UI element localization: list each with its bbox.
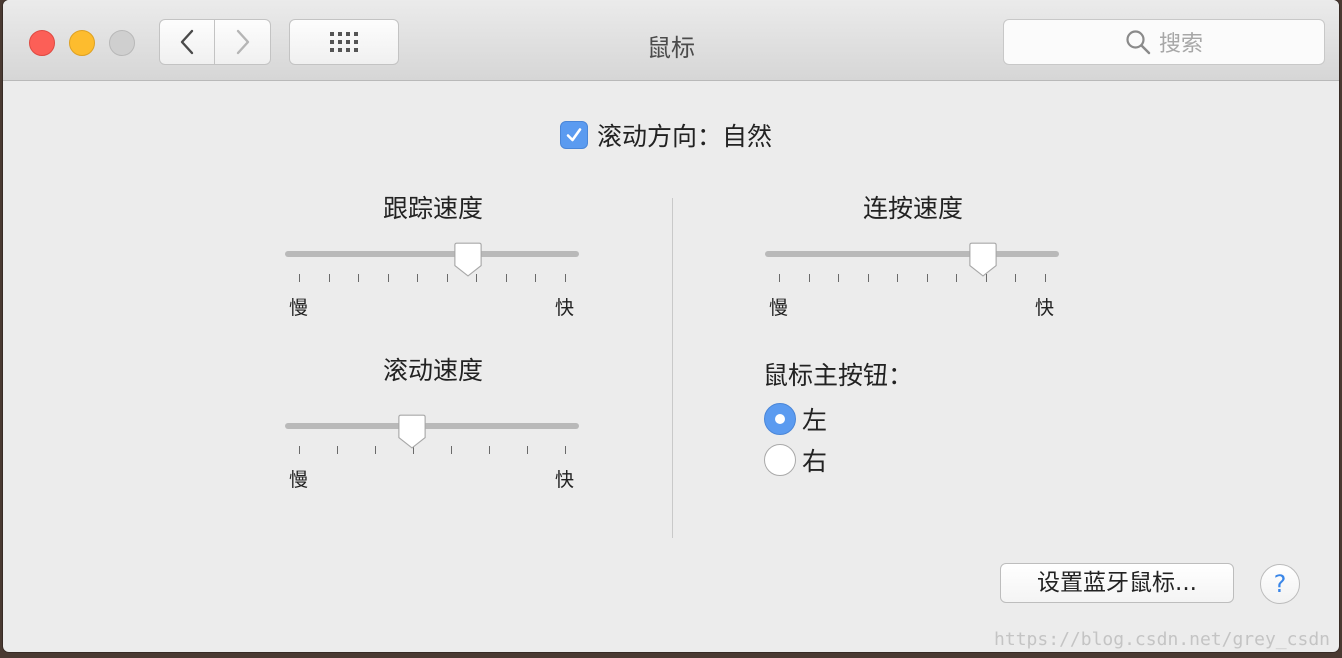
slider-thumb[interactable] (397, 413, 427, 451)
slider-tick (867, 274, 869, 282)
slider-tick (358, 274, 360, 282)
preferences-window: 鼠标 搜索 滚动方向：自然 跟踪速度 慢 快 滚动速度 慢 快 连按速度 慢 快… (3, 0, 1339, 652)
slider-tick (1015, 274, 1017, 282)
slider-tick (328, 274, 330, 282)
slider-track (285, 251, 579, 257)
slider-tick (387, 274, 389, 282)
slider-max-label: 快 (555, 297, 575, 319)
slider-max-label: 快 (1035, 297, 1055, 319)
slider-tick (565, 274, 566, 282)
slider-tick (299, 446, 300, 454)
slider-tick (451, 446, 452, 454)
setup-bluetooth-mouse-button[interactable]: 设置蓝牙鼠标... (1000, 563, 1234, 603)
slider-min-label: 慢 (289, 297, 309, 319)
radio-left[interactable] (764, 403, 796, 435)
checkmark-icon (566, 128, 582, 142)
slider-tick (779, 274, 780, 282)
tracking-speed-title: 跟踪速度 (382, 194, 483, 223)
slider-tick (337, 446, 338, 454)
slider-thumb[interactable] (453, 241, 483, 279)
search-placeholder: 搜索 (1158, 32, 1203, 57)
double-click-speed-slider[interactable]: 慢 快 (765, 241, 1061, 321)
slider-tick (417, 274, 419, 282)
slider-tick (505, 274, 507, 282)
radio-right-label: 右 (802, 447, 828, 476)
slider-tick (956, 274, 958, 282)
radio-left-label: 左 (802, 406, 828, 435)
double-click-speed-title: 连按速度 (862, 194, 963, 223)
slider-track (285, 423, 579, 429)
slider-track (765, 251, 1059, 257)
slider-tick (535, 274, 537, 282)
slider-tick (838, 274, 840, 282)
search-field[interactable]: 搜索 (1003, 19, 1325, 65)
search-icon (1126, 30, 1151, 55)
tracking-speed-slider[interactable]: 慢 快 (285, 241, 581, 321)
primary-button-right-option[interactable]: 右 (764, 442, 827, 478)
slider-tick (375, 446, 376, 454)
help-button[interactable]: ? (1260, 564, 1300, 604)
slider-tick (299, 274, 300, 282)
mouse-preferences-pane: 滚动方向：自然 跟踪速度 慢 快 滚动速度 慢 快 连按速度 慢 快 鼠标主按钮… (3, 81, 1339, 652)
radio-dot (775, 414, 785, 424)
slider-tick (926, 274, 928, 282)
slider-tick (897, 274, 899, 282)
scroll-speed-title: 滚动速度 (382, 356, 483, 385)
column-divider (672, 198, 673, 538)
scroll-direction-label: 滚动方向：自然 (597, 122, 773, 151)
slider-tick (446, 274, 448, 282)
slider-tick (489, 446, 490, 454)
slider-tick (1045, 274, 1046, 282)
title-bar: 鼠标 搜索 (3, 0, 1339, 81)
primary-button-left-option[interactable]: 左 (764, 401, 827, 437)
slider-min-label: 慢 (769, 297, 789, 319)
slider-tick (565, 446, 566, 454)
watermark: https://blog.csdn.net/grey_csdn (994, 629, 1330, 650)
slider-tick (527, 446, 528, 454)
radio-right[interactable] (764, 444, 796, 476)
slider-max-label: 快 (555, 469, 575, 491)
scroll-direction-checkbox[interactable] (560, 121, 588, 149)
primary-button-label: 鼠标主按钮： (763, 361, 914, 390)
slider-min-label: 慢 (289, 469, 309, 491)
scroll-speed-slider[interactable]: 慢 快 (285, 413, 581, 493)
scroll-direction-option[interactable]: 滚动方向：自然 (560, 117, 772, 153)
slider-tick (808, 274, 810, 282)
slider-thumb[interactable] (968, 241, 998, 279)
